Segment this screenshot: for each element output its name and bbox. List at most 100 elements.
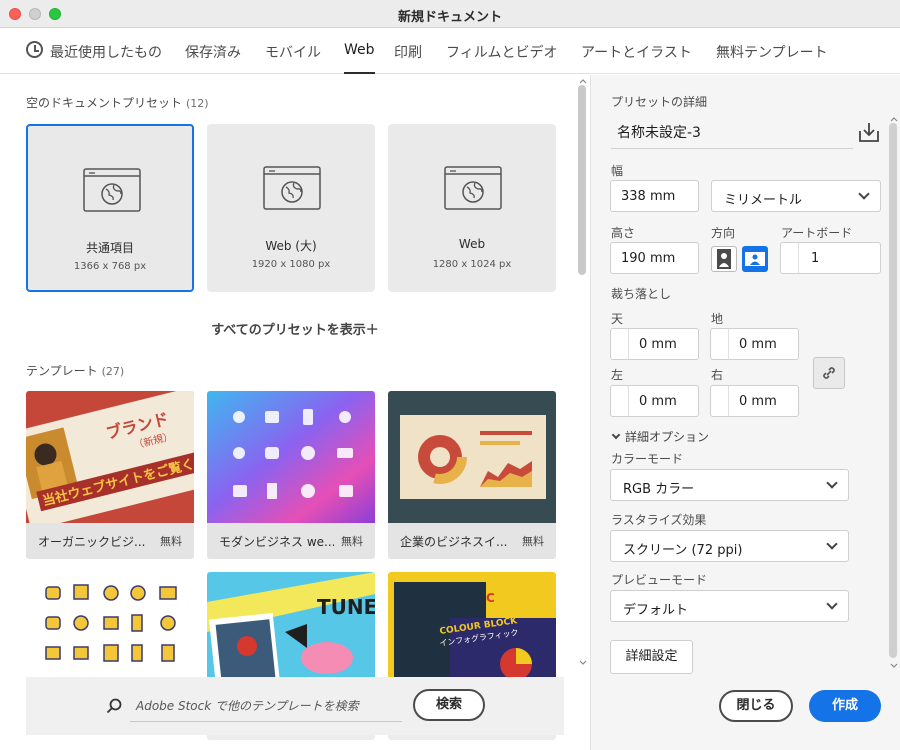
- tab-print[interactable]: 印刷: [394, 42, 422, 62]
- unit-dropdown[interactable]: ミリメートル: [711, 180, 881, 212]
- preset-size: 1366 x 768 px: [73, 261, 147, 272]
- search-button[interactable]: 検索: [413, 689, 485, 721]
- details-scrollbar[interactable]: [889, 123, 897, 658]
- tab-film-video[interactable]: フィルムとビデオ: [446, 42, 557, 62]
- stepper-down-icon[interactable]: [711, 401, 729, 416]
- template-caption: 企業のビジネスイ... 無料: [388, 523, 556, 559]
- unit-value: ミリメートル: [724, 193, 803, 208]
- preset-card-web[interactable]: Web 1280 x 1024 px: [388, 124, 556, 292]
- artboard-stepper[interactable]: 1: [780, 242, 881, 274]
- advanced-options-toggle[interactable]: 詳細オプション: [611, 428, 709, 445]
- bleed-bottom-stepper[interactable]: 0 mm: [710, 328, 799, 360]
- stepper-up-icon[interactable]: [711, 329, 729, 344]
- scroll-up-arrow-icon[interactable]: [579, 79, 587, 84]
- stepper-up-icon[interactable]: [611, 329, 629, 344]
- scroll-down-arrow-icon[interactable]: [890, 663, 898, 668]
- template-name: 企業のビジネスイ...: [400, 535, 508, 549]
- landscape-icon: [745, 252, 765, 266]
- preset-size: 1280 x 1024 px: [432, 259, 512, 270]
- category-tabs: 最近使用したもの 保存済み モバイル Web 印刷 フィルムとビデオ アートとイ…: [0, 28, 900, 74]
- bleed-right-label: 右: [711, 368, 724, 382]
- portrait-icon: [717, 249, 731, 269]
- stock-search-input[interactable]: Adobe Stock で他のテンプレートを検索: [136, 697, 359, 714]
- templates-heading: テンプレート (27): [26, 364, 125, 378]
- tab-free-templates[interactable]: 無料テンプレート: [716, 42, 828, 62]
- preset-name: Web: [458, 237, 486, 251]
- tab-web[interactable]: Web: [344, 42, 375, 74]
- color-mode-value: RGB カラー: [623, 482, 695, 497]
- template-card-modern-business[interactable]: モダンビジネス we... 無料: [207, 391, 375, 559]
- show-all-presets-link[interactable]: すべてのプリセットを表示＋: [0, 319, 590, 338]
- close-button[interactable]: 閉じる: [719, 690, 793, 722]
- web-globe-icon: [263, 166, 321, 210]
- template-caption: モダンビジネス we... 無料: [207, 523, 375, 559]
- preset-card-common[interactable]: 共通項目 1366 x 768 px: [26, 124, 194, 292]
- new-document-dialog: 新規ドキュメント 最近使用したもの 保存済み モバイル Web 印刷 フィルムと…: [0, 0, 900, 750]
- template-card-organic[interactable]: ブランド （新規） 当社ウェブサイトをご覧ください オーガニックビジ... 無料: [26, 391, 194, 559]
- raster-effects-label: ラスタライズ効果: [611, 513, 707, 527]
- tab-art-illustration[interactable]: アートとイラスト: [581, 42, 692, 62]
- preset-details-panel: プリセットの詳細 名称未設定-3 幅 338 mm ミリメートル 高さ 190 …: [590, 75, 900, 750]
- raster-effects-dropdown[interactable]: スクリーン (72 ppi): [610, 530, 849, 562]
- stepper-down-icon[interactable]: [611, 401, 629, 416]
- tab-mobile[interactable]: モバイル: [265, 42, 321, 62]
- chevron-down-icon: [826, 477, 838, 489]
- raster-effects-value: スクリーン (72 ppi): [623, 543, 743, 558]
- stepper-down-icon[interactable]: [781, 258, 799, 273]
- height-label: 高さ: [611, 226, 636, 240]
- title-bar: 新規ドキュメント: [0, 0, 900, 28]
- more-settings-button[interactable]: 詳細設定: [610, 640, 693, 674]
- save-preset-icon[interactable]: [858, 121, 880, 143]
- portrait-orientation-button[interactable]: [711, 246, 737, 272]
- stepper-up-icon[interactable]: [781, 243, 799, 258]
- svg-text:C: C: [486, 591, 495, 605]
- stepper-up-icon[interactable]: [611, 386, 629, 401]
- template-card-corporate[interactable]: 企業のビジネスイ... 無料: [388, 391, 556, 559]
- preview-mode-label: プレビューモード: [611, 573, 708, 587]
- stepper-down-icon[interactable]: [711, 344, 729, 359]
- web-globe-icon: [444, 166, 502, 210]
- window-title: 新規ドキュメント: [397, 10, 502, 25]
- bleed-right-value: 0 mm: [739, 394, 777, 409]
- presets-heading: 空のドキュメントプリセット (12): [26, 96, 209, 110]
- bleed-left-value: 0 mm: [639, 394, 677, 409]
- stepper-down-icon[interactable]: [611, 344, 629, 359]
- landscape-orientation-button[interactable]: [742, 246, 768, 272]
- template-name: モダンビジネス we...: [219, 535, 334, 549]
- web-globe-icon: [83, 168, 141, 212]
- bleed-top-stepper[interactable]: 0 mm: [610, 328, 699, 360]
- create-button[interactable]: 作成: [809, 690, 881, 722]
- free-badge: 無料: [160, 535, 182, 548]
- preview-mode-dropdown[interactable]: デフォルト: [610, 590, 849, 622]
- template-thumbnail: [207, 391, 375, 523]
- clock-icon[interactable]: [26, 41, 43, 58]
- height-field[interactable]: 190 mm: [610, 242, 699, 274]
- preset-size: 1920 x 1080 px: [251, 259, 331, 270]
- free-badge: 無料: [341, 535, 363, 548]
- scroll-up-arrow-icon[interactable]: [890, 117, 898, 122]
- presets-scrollbar[interactable]: [578, 85, 586, 275]
- template-caption: オーガニックビジ... 無料: [26, 523, 194, 559]
- template-thumbnail: ブランド （新規） 当社ウェブサイトをご覧ください: [26, 391, 194, 523]
- scroll-down-arrow-icon[interactable]: [579, 660, 587, 665]
- preview-mode-value: デフォルト: [623, 603, 689, 618]
- color-mode-dropdown[interactable]: RGB カラー: [610, 469, 849, 501]
- tab-saved[interactable]: 保存済み: [185, 42, 241, 62]
- chevron-down-icon: [826, 538, 838, 550]
- link-bleed-button[interactable]: [813, 357, 845, 389]
- width-field[interactable]: 338 mm: [610, 180, 699, 212]
- bleed-top-value: 0 mm: [639, 337, 677, 352]
- bleed-right-stepper[interactable]: 0 mm: [710, 385, 799, 417]
- bleed-left-stepper[interactable]: 0 mm: [610, 385, 699, 417]
- preset-card-web-large[interactable]: Web (大) 1920 x 1080 px: [207, 124, 375, 292]
- bleed-bottom-value: 0 mm: [739, 337, 777, 352]
- search-icon: [106, 698, 122, 714]
- document-name-input[interactable]: 名称未設定-3: [617, 122, 701, 142]
- tab-recent[interactable]: 最近使用したもの: [50, 42, 162, 62]
- bleed-top-label: 天: [611, 312, 624, 326]
- name-underline: [611, 148, 853, 149]
- chevron-down-icon: [826, 598, 838, 610]
- template-name: オーガニックビジ...: [38, 535, 146, 549]
- bleed-label: 裁ち落とし: [611, 287, 672, 301]
- stepper-up-icon[interactable]: [711, 386, 729, 401]
